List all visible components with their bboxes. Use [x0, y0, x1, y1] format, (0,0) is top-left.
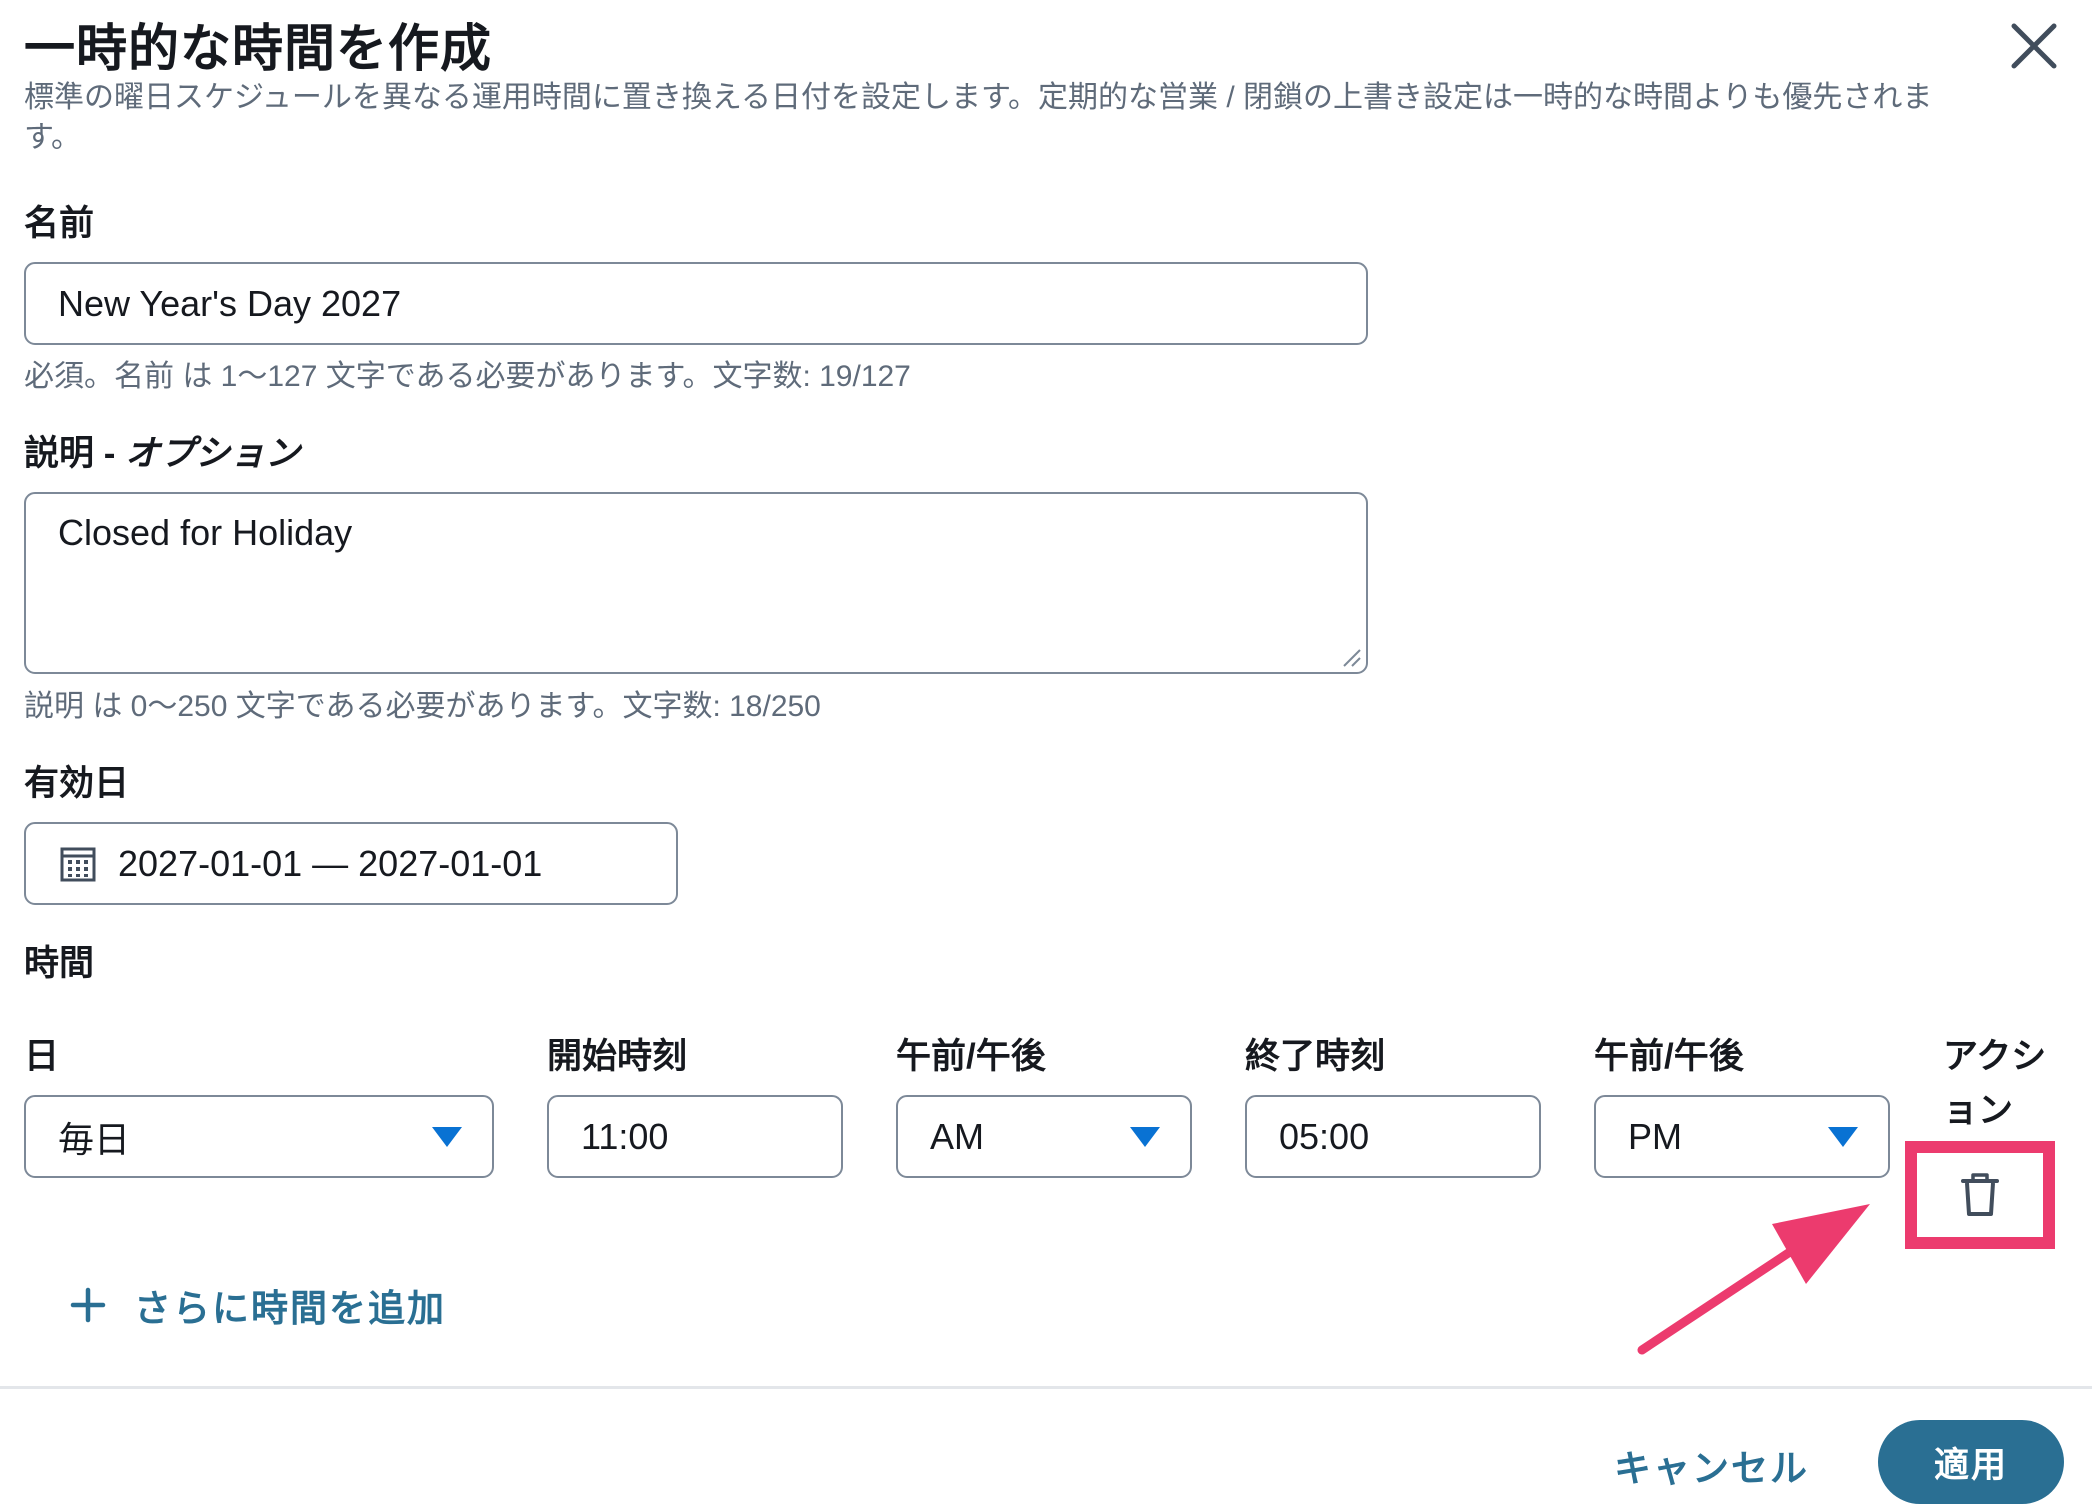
description-optional-tag: オプション: [125, 434, 301, 473]
add-more-hours-label: さらに時間を追加: [134, 1288, 446, 1329]
description-label: 説明 - オプション: [24, 432, 300, 476]
start-ampm-select[interactable]: AM: [896, 1095, 1192, 1178]
end-time-value: 05:00: [1279, 1115, 1370, 1157]
annotation-arrow-icon: [1637, 1204, 1870, 1355]
col-header-actions-line2: ョン: [1943, 1091, 2014, 1130]
col-header-day: 日: [24, 1037, 60, 1076]
description-textarea[interactable]: Closed for Holiday: [24, 492, 1368, 674]
close-button[interactable]: [2006, 18, 2062, 74]
description-hint: 説明 は 0〜250 文字である必要があります。文字数: 18/250: [24, 690, 821, 723]
effective-date-range-picker[interactable]: 2027-01-01 — 2027-01-01: [24, 822, 678, 905]
start-ampm-value: AM: [930, 1115, 984, 1157]
cancel-button[interactable]: キャンセル: [1614, 1438, 1809, 1492]
end-ampm-select[interactable]: PM: [1594, 1095, 1890, 1178]
caret-down-icon: [1130, 1127, 1160, 1147]
col-header-end-time: 終了時刻: [1245, 1037, 1386, 1076]
delete-row-button[interactable]: [1905, 1141, 2055, 1249]
create-temporary-hours-dialog: 一時的な時間を作成 標準の曜日スケジュールを異なる運用時間に置き換える日付を設定…: [0, 0, 2092, 1512]
col-header-actions: アクシ ョン: [1943, 1030, 2046, 1138]
name-input[interactable]: New Year's Day 2027: [24, 262, 1368, 345]
description-textarea-value: Closed for Holiday: [58, 512, 353, 553]
start-time-value: 11:00: [581, 1115, 669, 1157]
col-header-end-ampm: 午前/午後: [1594, 1037, 1744, 1076]
caret-down-icon: [432, 1127, 462, 1147]
col-header-start-ampm: 午前/午後: [896, 1037, 1046, 1076]
caret-down-icon: [1828, 1127, 1858, 1147]
col-header-start-time: 開始時刻: [547, 1037, 688, 1076]
dialog-description: 標準の曜日スケジュールを異なる運用時間に置き換える日付を設定します。定期的な営業…: [24, 81, 1933, 154]
name-label: 名前: [24, 204, 95, 243]
name-input-value: New Year's Day 2027: [58, 282, 402, 324]
effective-date-value: 2027-01-01 — 2027-01-01: [118, 842, 543, 884]
calendar-icon: [60, 847, 96, 881]
name-hint: 必須。名前 は 1〜127 文字である必要があります。文字数: 19/127: [24, 360, 911, 393]
add-more-hours-link[interactable]: さらに時間を追加: [70, 1278, 446, 1332]
end-time-input[interactable]: 05:00: [1245, 1095, 1541, 1178]
resize-grip-icon[interactable]: [1340, 646, 1362, 668]
day-select-value: 毎日: [58, 1118, 131, 1160]
day-select[interactable]: 毎日: [24, 1095, 494, 1178]
description-label-text: 説明 -: [24, 434, 126, 473]
end-ampm-value: PM: [1628, 1115, 1682, 1157]
col-header-actions-line1: アクシ: [1943, 1037, 2047, 1076]
effective-date-label: 有効日: [24, 764, 130, 803]
trash-icon: [1961, 1173, 1999, 1216]
start-time-input[interactable]: 11:00: [547, 1095, 843, 1178]
hours-section-label: 時間: [24, 944, 95, 983]
close-icon: [2011, 23, 2057, 69]
apply-button[interactable]: 適用: [1878, 1420, 2064, 1504]
dialog-title: 一時的な時間を作成: [24, 20, 493, 77]
plus-icon: [70, 1287, 106, 1323]
